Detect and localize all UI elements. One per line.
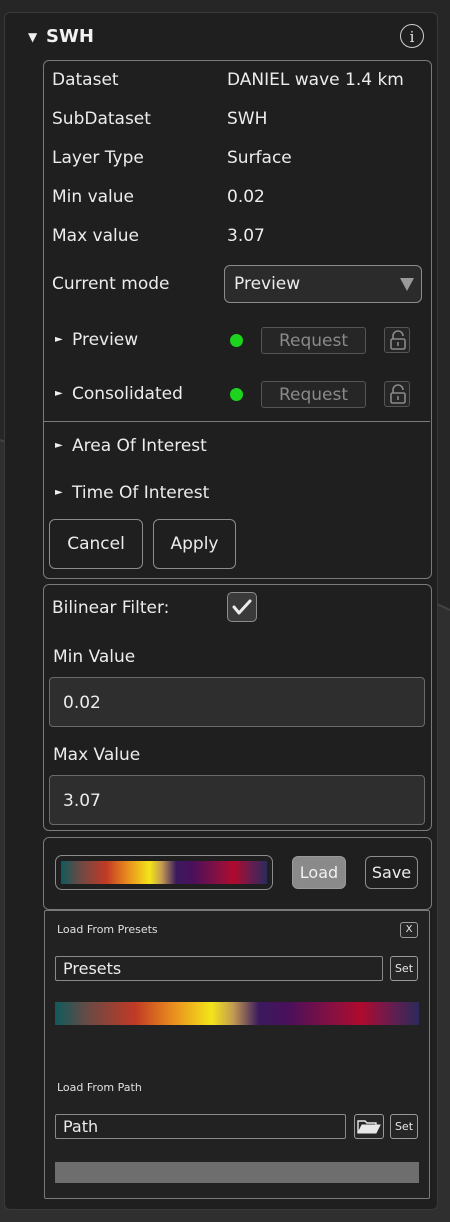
current-mode-value: Preview	[234, 274, 301, 294]
close-popup-button[interactable]: X	[400, 922, 418, 938]
cancel-button[interactable]: Cancel	[49, 519, 143, 569]
folder-open-icon	[357, 1120, 381, 1134]
preview-expand-icon[interactable]: ►	[55, 334, 63, 345]
path-set-button[interactable]: Set	[390, 1114, 418, 1139]
current-mode-select[interactable]: Preview	[224, 265, 422, 303]
colormap-preview-gradient	[61, 861, 267, 884]
dropdown-arrow-icon	[400, 278, 414, 291]
max-value-value: 3.07	[227, 226, 265, 246]
preview-lock-button[interactable]	[384, 327, 410, 353]
layer-type-label: Layer Type	[52, 148, 144, 168]
checkmark-icon	[232, 599, 252, 615]
subdataset-value: SWH	[227, 109, 268, 129]
unlock-icon	[390, 384, 406, 404]
min-value-input-text: 0.02	[63, 693, 101, 713]
consolidated-request-button[interactable]: Request	[261, 381, 366, 408]
consolidated-expand-icon[interactable]: ►	[55, 388, 63, 399]
time-of-interest-label[interactable]: Time Of Interest	[72, 483, 209, 503]
area-of-interest-label[interactable]: Area Of Interest	[72, 436, 207, 456]
load-colormap-button[interactable]: Load	[292, 856, 346, 889]
info-icon[interactable]: i	[400, 24, 424, 48]
preview-label[interactable]: Preview	[72, 330, 138, 350]
dataset-label: Dataset	[52, 70, 119, 90]
consolidated-status-indicator	[230, 388, 243, 401]
collapse-triangle-icon[interactable]: ▼	[28, 30, 37, 44]
consolidated-lock-button[interactable]	[384, 381, 410, 407]
path-input[interactable]: Path	[55, 1114, 346, 1139]
min-value-label: Min value	[52, 187, 135, 207]
min-value-field-label: Min Value	[53, 647, 136, 667]
preset-colormap-gradient[interactable]	[55, 1002, 419, 1025]
info-divider	[44, 421, 430, 422]
time-of-interest-expand-icon[interactable]: ►	[55, 487, 63, 498]
max-value-input-text: 3.07	[63, 791, 101, 811]
layer-title: SWH	[46, 26, 94, 47]
presets-set-button[interactable]: Set	[390, 956, 418, 981]
current-mode-label: Current mode	[52, 274, 170, 294]
bilinear-filter-checkbox[interactable]	[227, 592, 257, 622]
preview-request-button[interactable]: Request	[261, 327, 366, 354]
dataset-value: DANIEL wave 1.4 km	[227, 70, 404, 90]
min-value-input[interactable]: 0.02	[49, 677, 425, 727]
area-of-interest-expand-icon[interactable]: ►	[55, 440, 63, 451]
apply-button[interactable]: Apply	[153, 519, 236, 569]
max-value-label: Max value	[52, 226, 139, 246]
subdataset-label: SubDataset	[52, 109, 151, 129]
load-from-path-title: Load From Path	[57, 1081, 142, 1094]
max-value-input[interactable]: 3.07	[49, 775, 425, 825]
path-colormap-preview	[55, 1162, 419, 1183]
layer-type-value: Surface	[227, 148, 292, 168]
preview-status-indicator	[230, 334, 243, 347]
min-value-value: 0.02	[227, 187, 265, 207]
save-colormap-button[interactable]: Save	[365, 856, 418, 889]
consolidated-label[interactable]: Consolidated	[72, 384, 183, 404]
bilinear-filter-label: Bilinear Filter:	[52, 598, 170, 618]
max-value-field-label: Max Value	[53, 745, 141, 765]
load-from-presets-title: Load From Presets	[57, 923, 158, 936]
unlock-icon	[390, 330, 406, 350]
load-colormap-popup	[44, 910, 430, 1199]
presets-input[interactable]: Presets	[55, 956, 383, 981]
browse-folder-button[interactable]	[354, 1114, 384, 1139]
colormap-preview-button[interactable]	[55, 855, 273, 890]
